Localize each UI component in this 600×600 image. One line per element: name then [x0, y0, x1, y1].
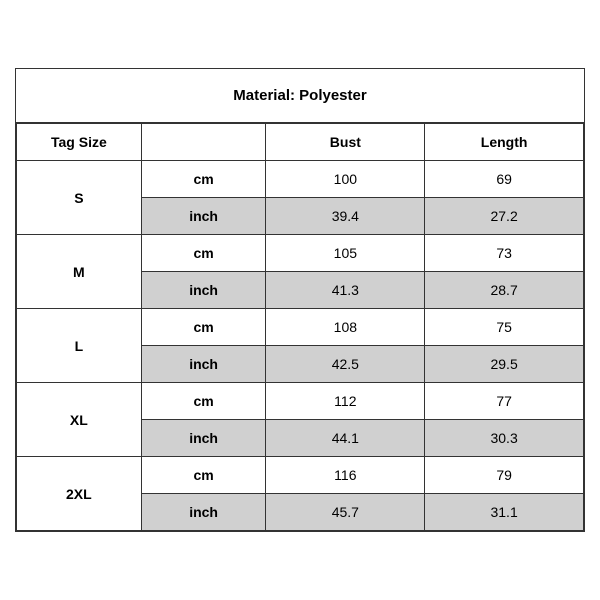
size-chart: Material: Polyester Tag Size Bust Length…	[15, 68, 585, 532]
bust-cm-value: 112	[266, 383, 425, 420]
length-inch-value: 30.3	[425, 420, 584, 457]
table-row: Lcm10875	[17, 309, 584, 346]
bust-inch-value: 45.7	[266, 494, 425, 531]
unit-inch: inch	[141, 346, 266, 383]
unit-cm: cm	[141, 309, 266, 346]
bust-cm-value: 100	[266, 161, 425, 198]
length-inch-value: 28.7	[425, 272, 584, 309]
length-inch-value: 31.1	[425, 494, 584, 531]
table-row: Mcm10573	[17, 235, 584, 272]
table-row: XLcm11277	[17, 383, 584, 420]
length-cm-value: 75	[425, 309, 584, 346]
length-inch-value: 29.5	[425, 346, 584, 383]
unit-inch: inch	[141, 272, 266, 309]
bust-cm-value: 116	[266, 457, 425, 494]
size-cell-s: S	[17, 161, 142, 235]
size-cell-2xl: 2XL	[17, 457, 142, 531]
length-cm-value: 77	[425, 383, 584, 420]
bust-cm-value: 108	[266, 309, 425, 346]
length-cm-value: 69	[425, 161, 584, 198]
header-bust: Bust	[266, 124, 425, 161]
unit-cm: cm	[141, 457, 266, 494]
bust-inch-value: 44.1	[266, 420, 425, 457]
table-row: Scm10069	[17, 161, 584, 198]
header-length: Length	[425, 124, 584, 161]
size-cell-m: M	[17, 235, 142, 309]
unit-inch: inch	[141, 494, 266, 531]
chart-title: Material: Polyester	[16, 69, 584, 123]
bust-inch-value: 42.5	[266, 346, 425, 383]
unit-inch: inch	[141, 198, 266, 235]
length-cm-value: 79	[425, 457, 584, 494]
unit-cm: cm	[141, 383, 266, 420]
unit-inch: inch	[141, 420, 266, 457]
bust-cm-value: 105	[266, 235, 425, 272]
header-unit	[141, 124, 266, 161]
bust-inch-value: 41.3	[266, 272, 425, 309]
length-inch-value: 27.2	[425, 198, 584, 235]
table-row: 2XLcm11679	[17, 457, 584, 494]
length-cm-value: 73	[425, 235, 584, 272]
size-cell-xl: XL	[17, 383, 142, 457]
header-tag-size: Tag Size	[17, 124, 142, 161]
bust-inch-value: 39.4	[266, 198, 425, 235]
unit-cm: cm	[141, 235, 266, 272]
size-cell-l: L	[17, 309, 142, 383]
size-table: Tag Size Bust Length Scm10069inch39.427.…	[16, 123, 584, 531]
unit-cm: cm	[141, 161, 266, 198]
